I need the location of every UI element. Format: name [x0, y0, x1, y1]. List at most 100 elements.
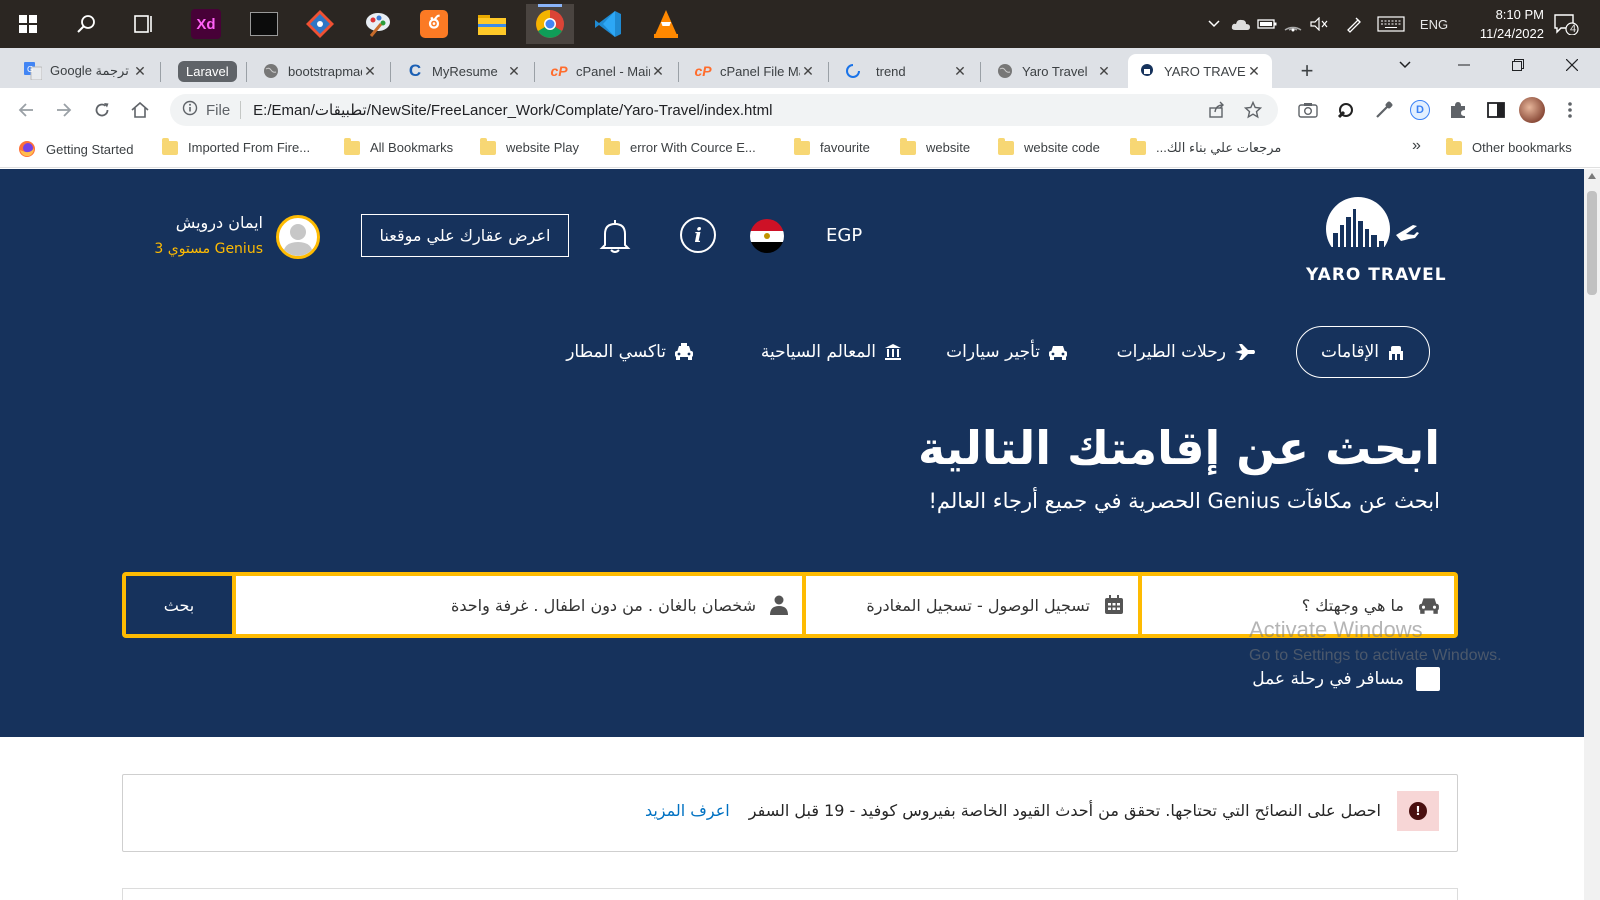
wifi-icon[interactable] — [1280, 0, 1306, 48]
close-tab-icon[interactable]: ✕ — [650, 63, 666, 80]
close-tab-icon[interactable]: ✕ — [506, 63, 522, 80]
browser-tab[interactable]: bootstrapmade ✕ — [252, 54, 388, 88]
reload-icon[interactable] — [88, 96, 116, 124]
home-icon[interactable] — [126, 96, 154, 124]
new-tab-button[interactable]: + — [1290, 54, 1324, 88]
bell-icon[interactable] — [598, 217, 632, 255]
search-icon[interactable] — [62, 4, 110, 44]
restore-icon[interactable] — [1492, 48, 1544, 82]
task-view-icon[interactable] — [120, 4, 168, 44]
nav-stays[interactable]: الإقامات — [1295, 326, 1430, 378]
colorpicker-extension-icon[interactable] — [1372, 98, 1396, 122]
user-name[interactable]: ايمان درويش — [176, 213, 263, 232]
nav-airport-taxi[interactable]: تاكسي المطار — [566, 326, 694, 378]
close-tab-icon[interactable]: ✕ — [132, 63, 148, 80]
bookmark-folder[interactable]: website — [900, 137, 970, 155]
browser-tab-active[interactable]: YARO TRAVEL ✕ — [1128, 54, 1272, 88]
guests-field[interactable]: شخصان بالغان . من دون اطفال . غرفة واحدة — [236, 576, 802, 634]
nav-flights[interactable]: رحلات الطيرات — [1117, 326, 1256, 378]
git-icon[interactable] — [296, 4, 344, 44]
menu-kebab-icon[interactable] — [1558, 98, 1582, 122]
info-icon[interactable] — [182, 100, 198, 120]
side-panel-icon[interactable] — [1484, 98, 1508, 122]
tab-search-icon[interactable] — [1382, 48, 1428, 82]
learn-more-link[interactable]: اعرف المزيد — [645, 801, 730, 820]
close-window-icon[interactable] — [1546, 48, 1598, 82]
keyboard-icon[interactable] — [1374, 0, 1408, 48]
spy-extension-icon[interactable] — [1334, 98, 1358, 122]
bookmark-label: All Bookmarks — [370, 140, 454, 155]
dates-field[interactable]: تسجيل الوصول - تسجيل المغادرة — [806, 576, 1138, 634]
currency-selector[interactable]: EGP — [826, 225, 862, 246]
paint-icon[interactable] — [354, 4, 402, 44]
user-avatar[interactable] — [276, 215, 320, 259]
browser-tab[interactable]: cP cPanel - Main ✕ — [540, 54, 676, 88]
other-bookmarks[interactable]: Other bookmarks — [1446, 137, 1572, 155]
adobe-xd-icon[interactable]: Xd — [182, 4, 230, 44]
bookmark-folder[interactable]: All Bookmarks — [344, 137, 454, 155]
taskbar-clock[interactable]: 8:10 PM 11/24/2022 — [1480, 5, 1544, 43]
bookmark-folder[interactable]: website code — [998, 137, 1100, 155]
nav-car-rental[interactable]: تأجير سيارات — [946, 326, 1068, 378]
nav-attractions[interactable]: المعالم السياحية — [761, 326, 902, 378]
nav-label: الإقامات — [1320, 342, 1379, 362]
address-bar[interactable]: File E:/Eman/تطبيقات/NewSite/FreeLancer_… — [170, 94, 1278, 126]
info-circle-icon[interactable]: i — [680, 217, 716, 253]
terminal-icon[interactable] — [240, 4, 288, 44]
bookmarks-overflow-button[interactable]: » — [1412, 137, 1421, 155]
bookmark-folder[interactable]: error With Cource E... — [604, 137, 756, 155]
browser-tab[interactable]: G ترجمة Google ✕ — [14, 54, 158, 88]
share-icon[interactable] — [1208, 101, 1226, 123]
d-extension-icon[interactable]: D — [1408, 98, 1432, 122]
close-tab-icon[interactable]: ✕ — [1246, 63, 1262, 80]
bookmark-star-icon[interactable] — [1243, 100, 1263, 123]
chrome-icon[interactable] — [526, 4, 574, 44]
nav-label: تأجير سيارات — [946, 342, 1040, 362]
tab-title: cPanel - Main — [576, 63, 650, 79]
tab-title: YARO TRAVEL — [1164, 63, 1246, 79]
page-scrollbar[interactable] — [1584, 169, 1600, 900]
windows-start-icon[interactable] — [4, 4, 52, 44]
browser-tab[interactable]: Yaro Travel ✕ — [986, 54, 1122, 88]
screenshot-extension-icon[interactable] — [1296, 98, 1320, 122]
extensions-puzzle-icon[interactable] — [1446, 98, 1470, 122]
profile-avatar[interactable] — [1518, 96, 1546, 124]
bookmark-folder[interactable]: website Play — [480, 137, 579, 155]
scrollbar-thumb[interactable] — [1587, 191, 1597, 295]
browser-toolbar: File E:/Eman/تطبيقات/NewSite/FreeLancer_… — [0, 88, 1600, 132]
next-section-card — [122, 888, 1458, 900]
bookmark-folder[interactable]: مرجعات علي بناء الك... — [1130, 138, 1281, 156]
notification-center-icon[interactable]: 4 — [1548, 0, 1584, 48]
bookmark-item[interactable]: Getting Started — [18, 140, 133, 158]
close-tab-icon[interactable]: ✕ — [800, 63, 816, 80]
battery-icon[interactable] — [1254, 0, 1280, 48]
scroll-up-arrow-icon[interactable] — [1588, 173, 1596, 179]
egypt-flag-icon[interactable] — [750, 219, 784, 253]
browser-tab[interactable]: Laravel — [168, 54, 240, 88]
chevron-up-icon[interactable] — [1200, 0, 1228, 48]
back-icon[interactable] — [12, 96, 40, 124]
xampp-icon[interactable]: ఠ — [410, 4, 458, 44]
close-tab-icon[interactable]: ✕ — [952, 63, 968, 80]
browser-tab[interactable]: C MyResume ✕ — [396, 54, 532, 88]
browser-tab[interactable]: trend ✕ — [834, 54, 978, 88]
onedrive-icon[interactable] — [1228, 0, 1254, 48]
business-trip-checkbox-row[interactable]: مسافر في رحلة عمل — [1252, 667, 1440, 691]
close-tab-icon[interactable]: ✕ — [1096, 63, 1112, 80]
pen-icon[interactable] — [1340, 0, 1368, 48]
list-property-button[interactable]: اعرض عقارك علي موقعنا — [361, 214, 569, 257]
search-button[interactable]: بحث — [126, 576, 232, 634]
browser-tab[interactable]: cP cPanel File Manager ✕ — [684, 54, 826, 88]
vscode-icon[interactable] — [584, 4, 632, 44]
file-explorer-icon[interactable] — [468, 4, 516, 44]
business-trip-checkbox[interactable] — [1416, 667, 1440, 691]
close-tab-icon[interactable]: ✕ — [362, 63, 378, 80]
globe-icon — [996, 62, 1014, 80]
bookmark-folder[interactable]: Imported From Fire... — [162, 137, 310, 155]
minimize-icon[interactable] — [1438, 48, 1490, 82]
language-indicator[interactable]: ENG — [1414, 0, 1454, 48]
bookmark-folder[interactable]: favourite — [794, 137, 870, 155]
vlc-icon[interactable] — [642, 4, 690, 44]
volume-mute-icon[interactable] — [1306, 0, 1332, 48]
forward-icon[interactable] — [50, 96, 78, 124]
